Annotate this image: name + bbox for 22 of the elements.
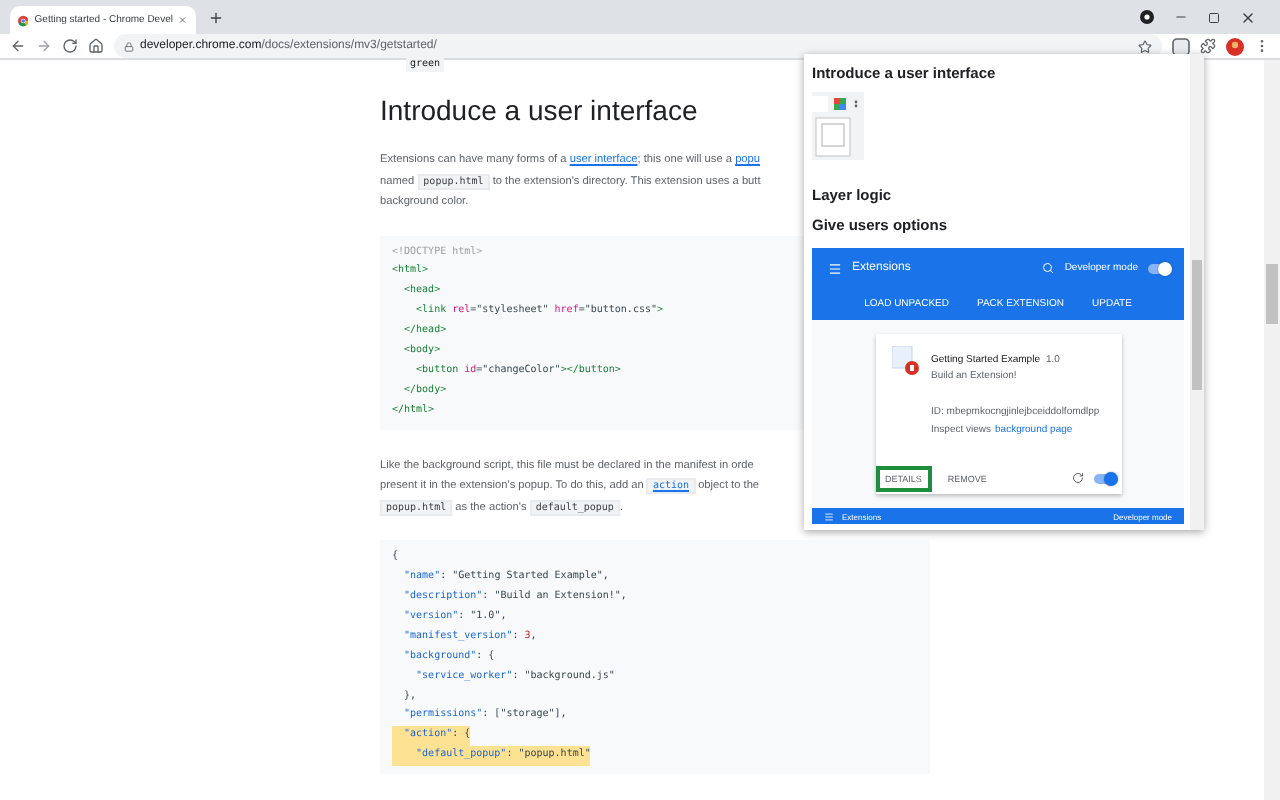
- chrome-logo-icon: [18, 13, 29, 27]
- extension-icon: [891, 346, 919, 376]
- home-icon[interactable]: [88, 38, 104, 54]
- menu-icon: [828, 261, 842, 276]
- menu-icon: [824, 511, 834, 521]
- section-heading: Introduce a user interface: [380, 94, 698, 126]
- scrollbar[interactable]: [1264, 60, 1280, 800]
- puzzle-icon[interactable]: [1200, 38, 1216, 54]
- maximize-icon[interactable]: [1208, 11, 1220, 23]
- extension-icon[interactable]: [1172, 37, 1190, 55]
- new-tab-icon[interactable]: [208, 9, 224, 25]
- close-icon[interactable]: [1240, 9, 1256, 25]
- popup-scrollbar[interactable]: [1190, 54, 1204, 530]
- back-icon[interactable]: [10, 38, 26, 54]
- star-icon[interactable]: [1138, 39, 1152, 53]
- avatar-icon[interactable]: [1226, 37, 1244, 55]
- reload-icon[interactable]: [62, 38, 78, 54]
- popup-preview-drawing: [812, 92, 864, 160]
- search-icon: [1042, 262, 1055, 275]
- reload-icon: [1071, 472, 1083, 484]
- media-control-icon[interactable]: [1140, 10, 1154, 24]
- lock-icon: [124, 41, 134, 51]
